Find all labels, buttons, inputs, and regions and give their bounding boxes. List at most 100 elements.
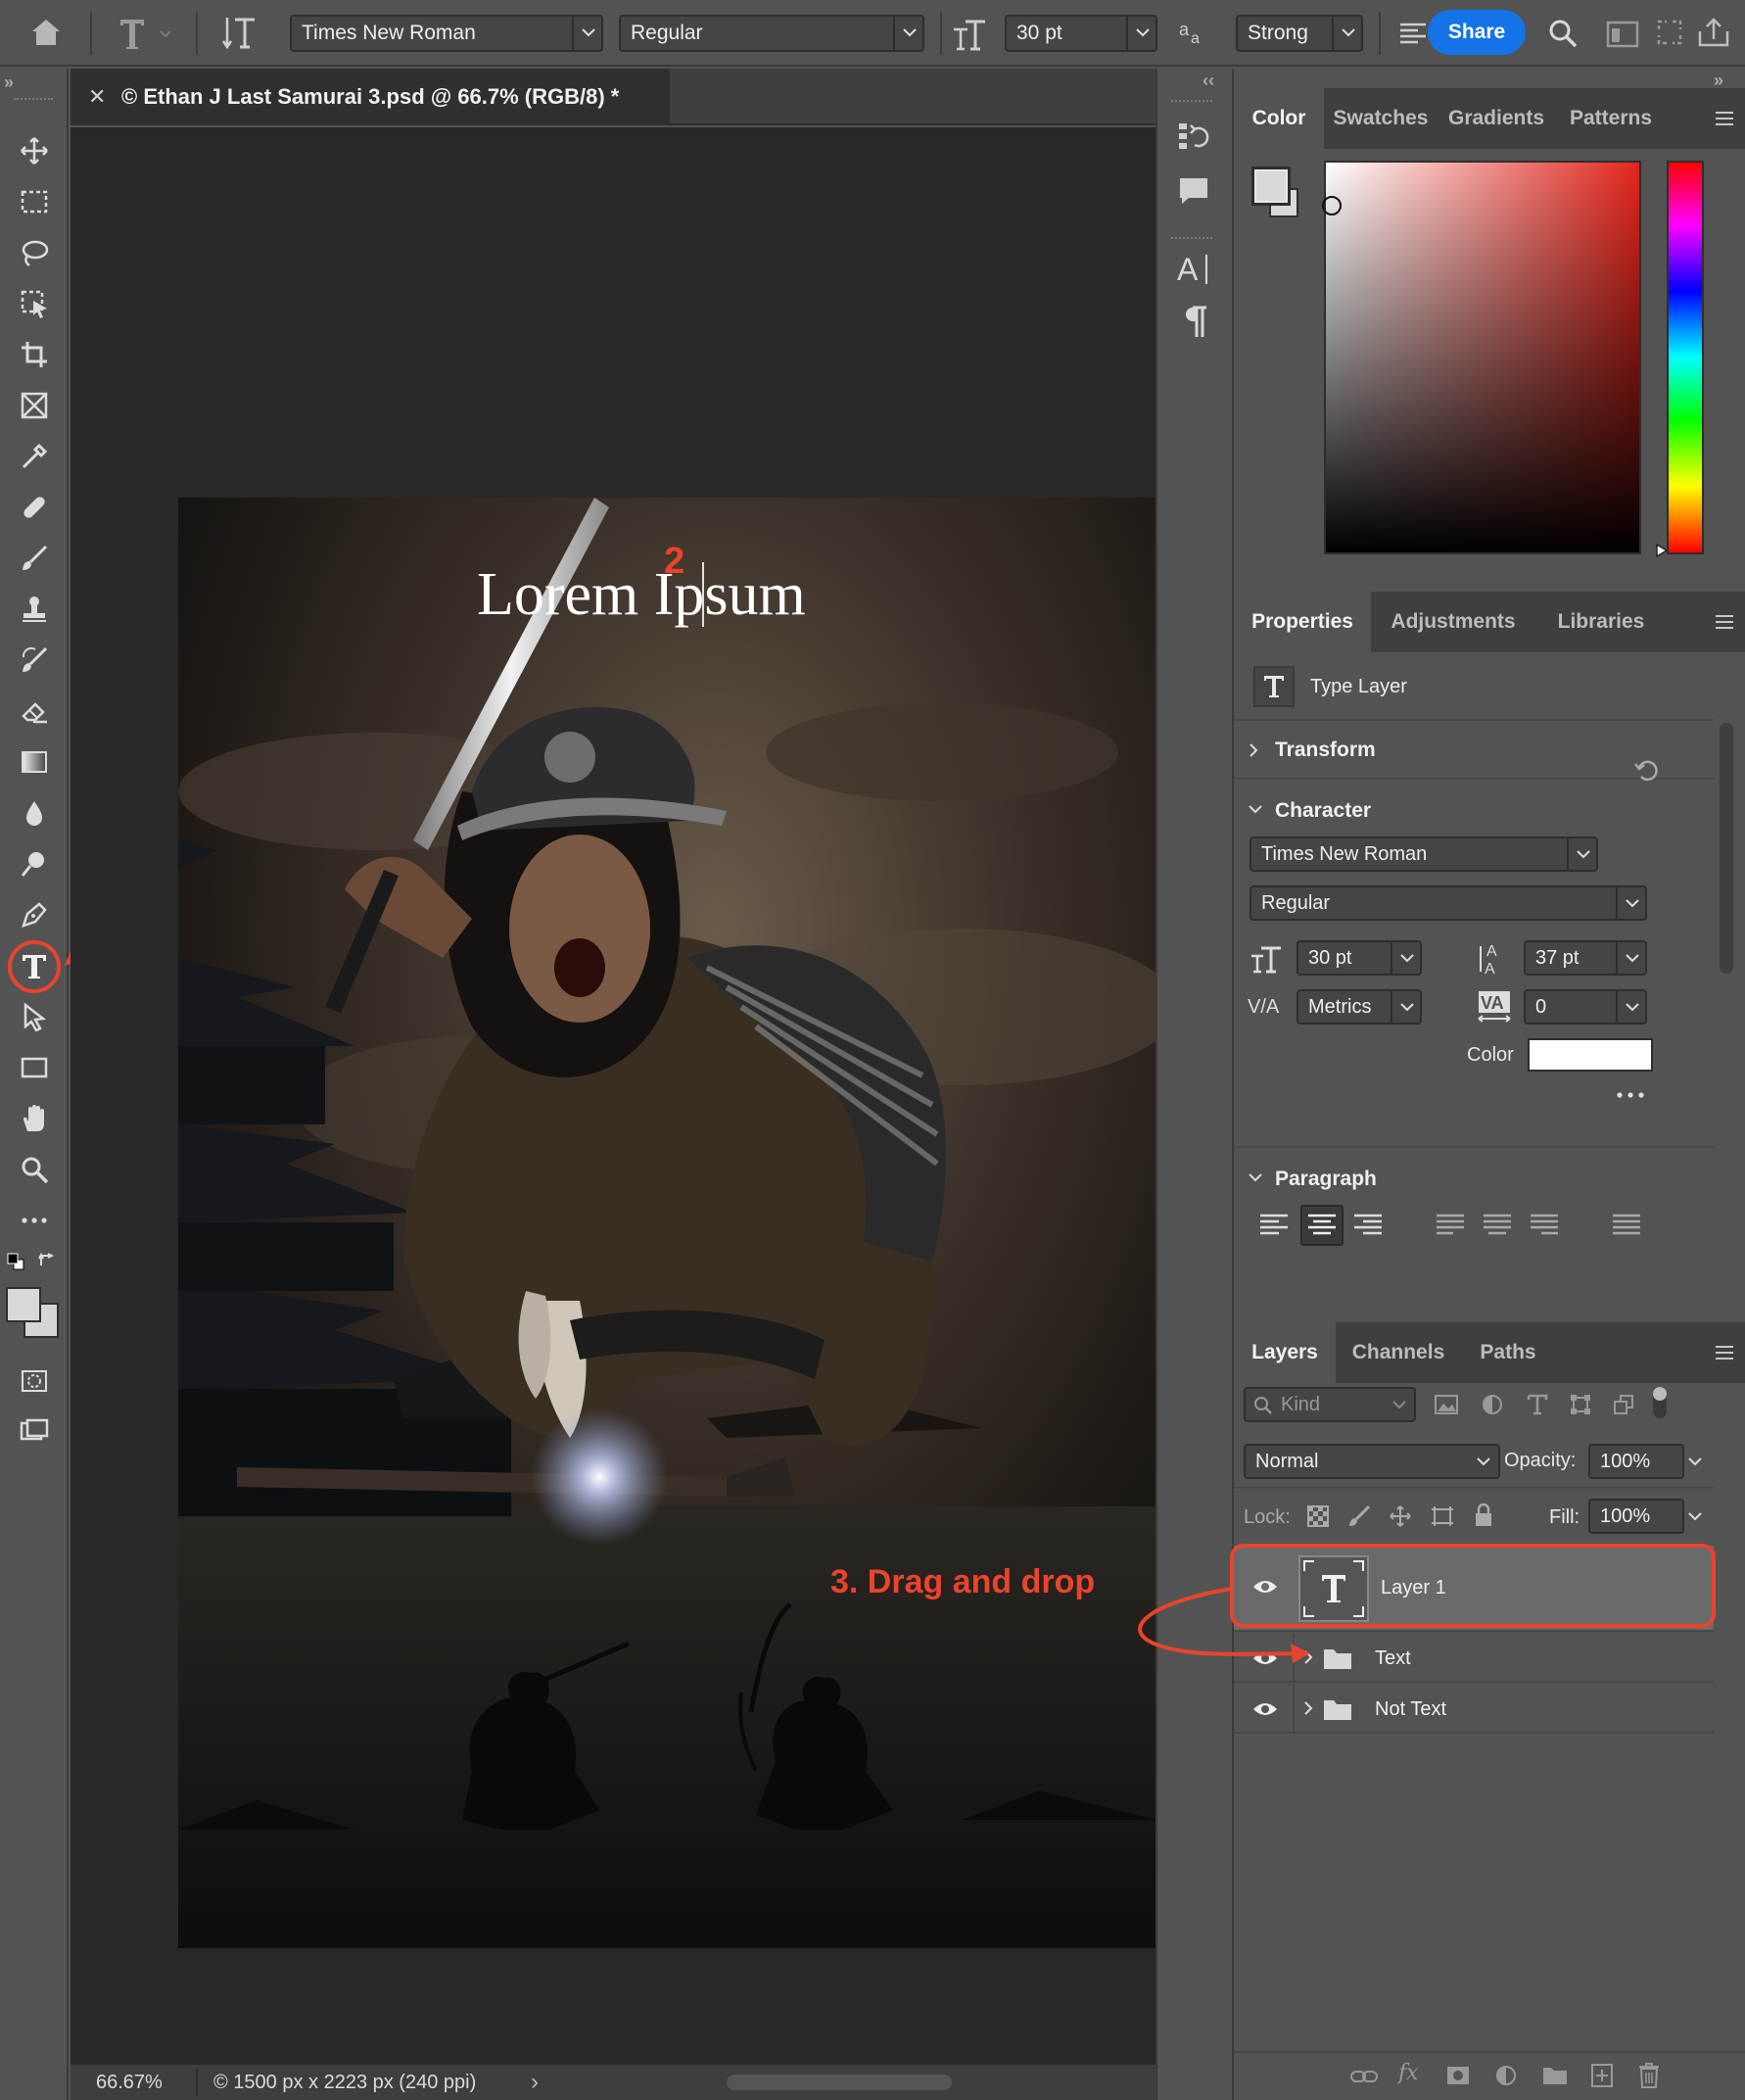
filter-adjustment-icon[interactable] <box>1481 1393 1504 1416</box>
lasso-tool-icon[interactable] <box>13 231 56 274</box>
default-colors-icon[interactable] <box>6 1252 25 1271</box>
paragraph-panel-icon[interactable] <box>1179 304 1210 339</box>
justify-last-left-icon[interactable] <box>1434 1209 1467 1242</box>
lock-all-icon[interactable] <box>1473 1503 1494 1528</box>
swap-colors-icon[interactable] <box>37 1252 57 1271</box>
tab-gradients[interactable]: Gradients <box>1438 88 1555 149</box>
panel-menu-icon[interactable] <box>1714 613 1735 631</box>
filter-toggle-icon[interactable] <box>1653 1387 1667 1418</box>
more-options-icon[interactable] <box>1616 1089 1645 1101</box>
character-kerning-select[interactable]: Metrics <box>1297 989 1422 1025</box>
brush-tool-icon[interactable] <box>13 537 56 580</box>
frame-tool-icon[interactable] <box>13 384 56 427</box>
share-button[interactable]: Share <box>1428 10 1526 55</box>
canvas-text-layer[interactable]: Lorem Ipsum <box>477 560 806 630</box>
object-select-tool-icon[interactable] <box>13 282 56 325</box>
path-selection-tool-icon[interactable] <box>13 995 56 1038</box>
pen-tool-icon[interactable] <box>13 893 56 936</box>
fx-icon[interactable]: fx <box>1398 2061 1419 2085</box>
character-panel-icon[interactable]: A <box>1175 249 1214 288</box>
crop-tool-icon[interactable] <box>13 333 56 376</box>
zoom-level[interactable]: 66.67% <box>96 2072 163 2094</box>
foreground-color-swatch[interactable] <box>6 1287 41 1322</box>
canvas-area[interactable]: Lorem Ipsum 2 3. Drag and drop <box>71 127 1212 2065</box>
filter-shape-icon[interactable] <box>1569 1393 1592 1416</box>
anti-alias-select[interactable]: Strong <box>1236 15 1363 52</box>
tab-libraries[interactable]: Libraries <box>1535 592 1667 652</box>
lock-position-icon[interactable] <box>1389 1504 1412 1528</box>
transform-section-header[interactable]: Transform <box>1234 721 1714 782</box>
tab-patterns[interactable]: Patterns <box>1555 88 1667 149</box>
font-size-select[interactable]: 30 pt <box>1005 15 1157 52</box>
close-tab-icon[interactable]: ✕ <box>88 69 106 125</box>
hand-tool-icon[interactable] <box>13 1097 56 1140</box>
new-layer-icon[interactable] <box>1590 2063 1614 2088</box>
type-tool-preset-icon[interactable] <box>118 16 172 51</box>
add-mask-icon[interactable] <box>1445 2065 1471 2086</box>
character-leading-select[interactable]: 37 pt <box>1524 940 1647 976</box>
align-left-text-icon[interactable] <box>1257 1209 1291 1242</box>
document-canvas[interactable]: Lorem Ipsum 2 <box>178 498 1157 1948</box>
layer-name[interactable]: Text <box>1375 1634 1411 1683</box>
collapse-dock-icon[interactable]: ‹‹ <box>1203 71 1214 91</box>
clone-stamp-tool-icon[interactable] <box>13 588 56 631</box>
document-tab[interactable]: ✕ © Ethan J Last Samurai 3.psd @ 66.7% (… <box>71 69 670 125</box>
filter-pixel-icon[interactable] <box>1434 1393 1459 1416</box>
blend-mode-select[interactable]: Normal <box>1244 1444 1500 1479</box>
panel-expand-icon[interactable]: » <box>4 72 14 93</box>
lock-artboard-icon[interactable] <box>1430 1504 1455 1528</box>
move-tool-icon[interactable] <box>13 129 56 172</box>
tab-paths[interactable]: Paths <box>1461 1322 1555 1383</box>
font-style-select[interactable]: Regular <box>619 15 924 52</box>
color-panel-foreground-swatch[interactable] <box>1251 167 1291 206</box>
blur-tool-icon[interactable] <box>13 791 56 835</box>
tab-swatches[interactable]: Swatches <box>1324 88 1438 149</box>
search-icon[interactable] <box>1547 18 1579 49</box>
layer-name[interactable]: Not Text <box>1375 1685 1446 1734</box>
new-group-icon[interactable] <box>1541 2065 1569 2086</box>
justify-last-center-icon[interactable] <box>1481 1209 1514 1242</box>
layer-row-not-text-group[interactable]: Not Text <box>1234 1685 1714 1734</box>
character-font-family-select[interactable]: Times New Roman <box>1250 836 1598 872</box>
layer-filter-select[interactable]: Kind <box>1244 1387 1416 1422</box>
history-brush-tool-icon[interactable] <box>13 639 56 682</box>
filter-smart-object-icon[interactable] <box>1612 1393 1635 1416</box>
history-panel-icon[interactable] <box>1177 119 1210 153</box>
text-color-swatch[interactable] <box>1528 1038 1653 1072</box>
character-font-style-select[interactable]: Regular <box>1250 885 1647 921</box>
justify-all-icon[interactable] <box>1610 1209 1643 1242</box>
expand-icon[interactable] <box>1655 18 1684 47</box>
healing-brush-tool-icon[interactable] <box>13 486 56 529</box>
tab-channels[interactable]: Channels <box>1336 1322 1461 1383</box>
new-adjustment-layer-icon[interactable] <box>1494 2064 1518 2087</box>
fill-input[interactable]: 100% <box>1588 1499 1702 1534</box>
tab-color[interactable]: Color <box>1234 88 1324 149</box>
gradient-tool-icon[interactable] <box>13 740 56 784</box>
rectangle-tool-icon[interactable] <box>13 1046 56 1089</box>
comments-panel-icon[interactable] <box>1177 174 1210 208</box>
hue-slider-handle-icon[interactable] <box>1655 543 1669 558</box>
visibility-eye-icon[interactable] <box>1251 1699 1279 1719</box>
quick-mask-icon[interactable] <box>13 1360 56 1403</box>
filter-type-icon[interactable] <box>1526 1393 1549 1416</box>
eyedropper-tool-icon[interactable] <box>13 435 56 478</box>
character-font-size-select[interactable]: 30 pt <box>1297 940 1422 976</box>
home-icon[interactable] <box>29 18 63 47</box>
tab-properties[interactable]: Properties <box>1234 592 1371 652</box>
toggle-text-orientation-icon[interactable] <box>221 14 259 53</box>
lock-transparent-pixels-icon[interactable] <box>1306 1504 1330 1528</box>
paragraph-section-header[interactable]: Paragraph <box>1234 1150 1714 1209</box>
more-tools-icon[interactable] <box>13 1199 56 1242</box>
link-layers-icon[interactable] <box>1349 2067 1379 2086</box>
share-export-icon[interactable] <box>1696 16 1731 49</box>
align-left-icon[interactable] <box>1398 22 1428 47</box>
align-right-text-icon[interactable] <box>1351 1209 1385 1242</box>
tab-adjustments[interactable]: Adjustments <box>1371 592 1535 652</box>
justify-last-right-icon[interactable] <box>1528 1209 1561 1242</box>
expand-group-chevron-icon[interactable] <box>1302 1699 1314 1717</box>
workspace-icon[interactable] <box>1606 20 1639 49</box>
screen-mode-icon[interactable] <box>13 1410 56 1454</box>
panel-menu-icon[interactable] <box>1714 1344 1735 1361</box>
properties-scrollbar[interactable] <box>1720 723 1733 974</box>
opacity-input[interactable]: 100% <box>1588 1444 1702 1479</box>
